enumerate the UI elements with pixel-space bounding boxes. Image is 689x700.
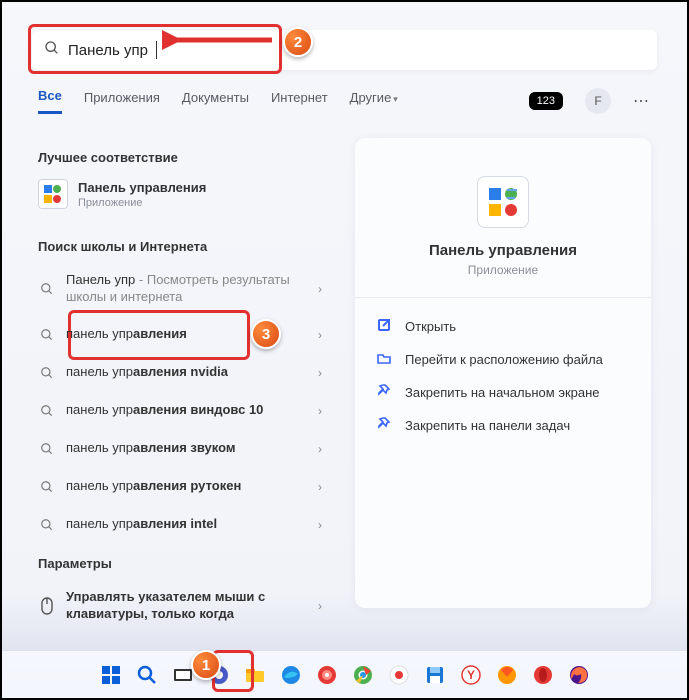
best-match-subtitle: Приложение (78, 197, 206, 209)
preview-action[interactable]: Закрепить на панели задач (377, 409, 629, 442)
action-label: Открыть (405, 319, 456, 334)
start-button[interactable] (96, 660, 126, 690)
best-match-result[interactable]: Панель управления Приложение (38, 173, 318, 217)
user-avatar[interactable]: F (585, 88, 611, 114)
search-icon (38, 440, 56, 458)
suggestion-text: панель управления звуком (66, 440, 318, 457)
search-taskbar-button[interactable] (132, 660, 162, 690)
preview-title: Панель управления (377, 242, 629, 259)
annotation-badge-1: 1 (191, 650, 221, 680)
search-icon (38, 280, 56, 298)
action-label: Закрепить на начальном экране (405, 385, 600, 400)
suggestion-text: панель управления рутокен (66, 478, 318, 495)
taskbar: Y (2, 650, 687, 698)
chevron-right-icon: › (318, 282, 322, 296)
web-suggestion[interactable]: панель управления nvidia › (38, 354, 318, 392)
chevron-right-icon: › (318, 599, 322, 613)
svg-text:Y: Y (466, 668, 474, 682)
text-caret (156, 41, 157, 59)
edge-button[interactable] (276, 660, 306, 690)
pin-icon (377, 384, 393, 401)
app-red-button[interactable] (312, 660, 342, 690)
chevron-right-icon: › (318, 366, 322, 380)
preview-panel: Панель управления Приложение Открыть Пере… (355, 138, 651, 608)
yandex-button[interactable] (384, 660, 414, 690)
mouse-icon (38, 597, 56, 615)
control-panel-icon (38, 179, 68, 209)
search-icon (44, 40, 60, 61)
suggestion-text: панель управления виндовс 10 (66, 402, 318, 419)
web-suggestion[interactable]: панель управления intel › (38, 506, 318, 544)
opera-button[interactable] (528, 660, 558, 690)
fox-button[interactable] (492, 660, 522, 690)
divider (355, 297, 651, 298)
chevron-right-icon: › (318, 404, 322, 418)
section-best-match: Лучшее соответствие (38, 150, 318, 165)
tab-web[interactable]: Интернет (271, 90, 328, 113)
suggestion-text: панель управления nvidia (66, 364, 318, 381)
annotation-arrow (162, 38, 262, 46)
search-icon (38, 326, 56, 344)
chevron-right-icon: › (318, 480, 322, 494)
preview-action[interactable]: Закрепить на начальном экране (377, 376, 629, 409)
settings-result[interactable]: Управлять указателем мыши с клавиатуры, … (38, 579, 318, 633)
tab-apps[interactable]: Приложения (84, 90, 160, 113)
results-column: Лучшее соответствие Панель управления Пр… (38, 138, 318, 633)
pin-icon (377, 417, 393, 434)
preview-subtitle: Приложение (377, 263, 629, 277)
annotation-badge-2: 2 (283, 27, 313, 57)
tab-all[interactable]: Все (38, 88, 62, 114)
preview-action[interactable]: Открыть (377, 310, 629, 343)
settings-result-label: Управлять указателем мыши с клавиатуры, … (66, 589, 318, 623)
section-web: Поиск школы и Интернета (38, 239, 318, 254)
chrome-button[interactable] (348, 660, 378, 690)
search-bar[interactable]: Панель упр (32, 30, 657, 70)
preview-app-icon (477, 176, 529, 228)
chevron-right-icon: › (318, 442, 322, 456)
tab-more[interactable]: Другие▾ (350, 90, 398, 113)
more-menu-icon[interactable]: ⋯ (633, 91, 651, 111)
web-suggestion[interactable]: Панель упр - Посмотреть результаты школы… (38, 262, 318, 316)
suggestion-text: Панель упр - Посмотреть результаты школы… (66, 272, 318, 306)
section-settings: Параметры (38, 556, 318, 571)
firefox-button[interactable] (564, 660, 594, 690)
search-input-text[interactable]: Панель упр (68, 42, 148, 59)
chevron-down-icon: ▾ (393, 94, 398, 104)
search-icon (38, 516, 56, 534)
chevron-right-icon: › (318, 328, 322, 342)
web-suggestion[interactable]: панель управления рутокен › (38, 468, 318, 506)
action-label: Закрепить на панели задач (405, 418, 570, 433)
action-label: Перейти к расположению файла (405, 352, 603, 367)
filter-tabs: Все Приложения Документы Интернет Другие… (38, 88, 651, 114)
open-icon (377, 318, 393, 335)
suggestion-text: панель управления intel (66, 516, 318, 533)
suggestion-text: панель управления (66, 326, 318, 343)
web-suggestion[interactable]: панель управления звуком › (38, 430, 318, 468)
search-icon (38, 364, 56, 382)
best-match-title: Панель управления (78, 180, 206, 195)
web-suggestion[interactable]: панель управления › (38, 316, 318, 354)
web-suggestion[interactable]: панель управления виндовс 10 › (38, 392, 318, 430)
y-button[interactable]: Y (456, 660, 486, 690)
folder-icon (377, 351, 393, 368)
explorer-button[interactable] (240, 660, 270, 690)
chevron-right-icon: › (318, 518, 322, 532)
preview-action[interactable]: Перейти к расположению файла (377, 343, 629, 376)
tab-docs[interactable]: Документы (182, 90, 249, 113)
count-pill[interactable]: 123 (529, 92, 563, 110)
search-icon (38, 478, 56, 496)
save-button[interactable] (420, 660, 450, 690)
search-icon (38, 402, 56, 420)
